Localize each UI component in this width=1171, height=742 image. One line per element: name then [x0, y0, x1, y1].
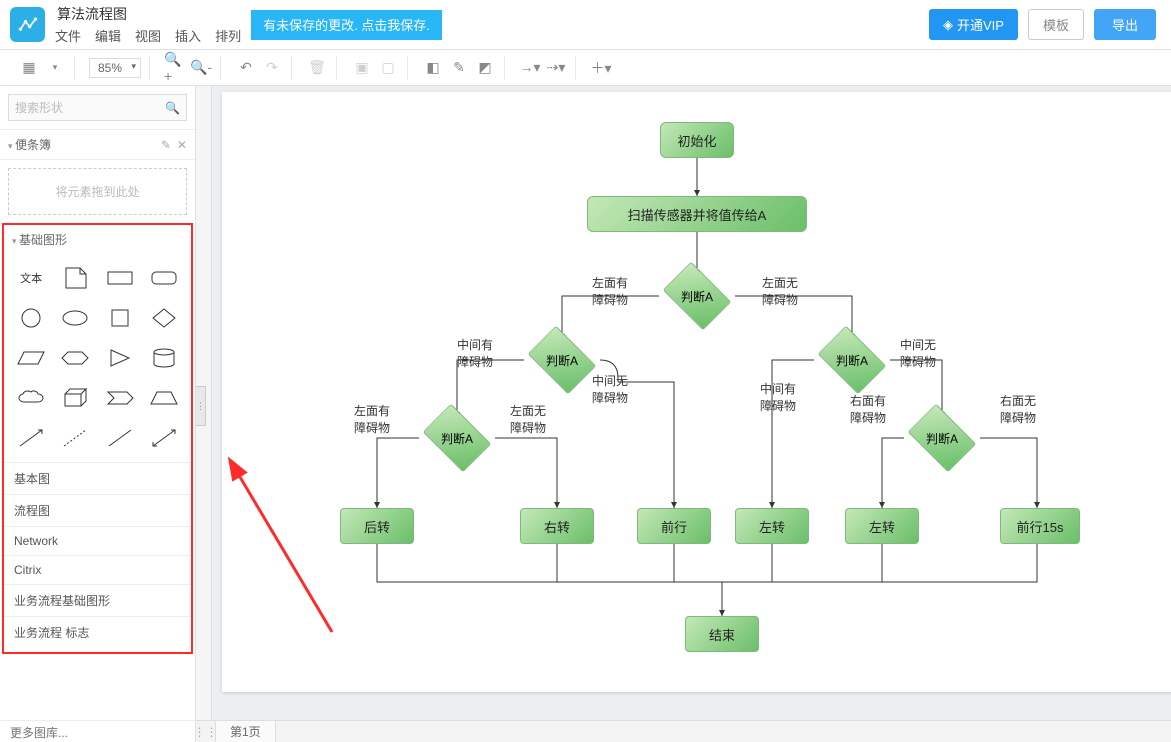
- node-action-forward[interactable]: 前行: [637, 508, 711, 544]
- category-flowchart[interactable]: 流程图: [4, 494, 191, 526]
- menu-view[interactable]: 视图: [135, 26, 161, 45]
- menu-edit[interactable]: 编辑: [95, 26, 121, 45]
- vip-button[interactable]: ◈开通VIP: [929, 9, 1018, 40]
- scratchpad-header[interactable]: 便条簿 ✎✕: [0, 130, 195, 160]
- label-left-obs: 左面有 障碍物: [592, 274, 628, 308]
- node-judge-l3-right[interactable]: 判断A: [904, 418, 980, 458]
- node-action-right[interactable]: 右转: [520, 508, 594, 544]
- node-end[interactable]: 结束: [685, 616, 759, 652]
- menu-bar: 文件 编辑 视图 插入 排列: [55, 26, 241, 45]
- category-network[interactable]: Network: [4, 526, 191, 555]
- connector-style-icon[interactable]: →▾: [519, 57, 541, 79]
- search-icon: 🔍: [165, 101, 180, 115]
- label-mid-obs-1: 中间有 障碍物: [457, 336, 493, 370]
- category-basic[interactable]: 基本图: [4, 462, 191, 494]
- waypoint-style-icon[interactable]: ⇢▾: [545, 57, 567, 79]
- shape-cylinder[interactable]: [145, 342, 183, 374]
- chevron-down-icon[interactable]: ▾: [44, 57, 66, 79]
- layout-icon[interactable]: ▦: [18, 57, 40, 79]
- shape-note[interactable]: [56, 262, 94, 294]
- shape-ellipse[interactable]: [56, 302, 94, 334]
- node-action-fwd15[interactable]: 前行15s: [1000, 508, 1080, 544]
- shape-step[interactable]: [101, 382, 139, 414]
- label-left-clear: 左面无 障碍物: [762, 274, 798, 308]
- sidebar-collapse-handle[interactable]: ⋮: [196, 386, 206, 426]
- node-judge-l2-right[interactable]: 判断A: [814, 340, 890, 380]
- pages-menu-icon[interactable]: ⋮⋮: [196, 721, 216, 742]
- basic-shapes-panel: 基础图形 文本: [2, 223, 193, 654]
- add-icon[interactable]: ＋▾: [590, 57, 612, 79]
- shape-arrow-line[interactable]: [12, 422, 50, 454]
- node-judge-top[interactable]: 判断A: [659, 276, 735, 316]
- app-logo-icon: [10, 7, 45, 42]
- label-mid-clear-2: 中间无 障碍物: [900, 336, 936, 370]
- diagram-page[interactable]: 初始化 扫描传感器并将值传给A 判断A 判断A 判断A 判断A 判断A 后转 右…: [222, 92, 1171, 692]
- shadow-icon[interactable]: ◩: [474, 57, 496, 79]
- label-left-clear-2: 左面无 障碍物: [510, 402, 546, 436]
- shape-trapezoid[interactable]: [145, 382, 183, 414]
- to-back-icon[interactable]: ▢: [377, 57, 399, 79]
- to-front-icon[interactable]: ▣: [351, 57, 373, 79]
- shape-rect[interactable]: [101, 262, 139, 294]
- menu-file[interactable]: 文件: [55, 26, 81, 45]
- label-right-clear: 右面无 障碍物: [1000, 392, 1036, 426]
- page-tabs: ⋮⋮ 第1页: [196, 720, 1171, 742]
- export-button[interactable]: 导出: [1094, 9, 1156, 40]
- shape-double-arrow[interactable]: [145, 422, 183, 454]
- zoom-select[interactable]: 85%: [89, 58, 141, 78]
- unsaved-banner[interactable]: 有未保存的更改. 点击我保存.: [251, 10, 442, 40]
- scratchpad-dropzone[interactable]: 将元素拖到此处: [8, 168, 187, 215]
- node-action-back[interactable]: 后转: [340, 508, 414, 544]
- app-header: 算法流程图 文件 编辑 视图 插入 排列 有未保存的更改. 点击我保存. ◈开通…: [0, 0, 1171, 50]
- shape-cloud[interactable]: [12, 382, 50, 414]
- node-action-left[interactable]: 左转: [735, 508, 809, 544]
- annotation-arrow-icon: [222, 452, 342, 642]
- fill-color-icon[interactable]: ◧: [422, 57, 444, 79]
- shape-line[interactable]: [101, 422, 139, 454]
- label-left-obs-2: 左面有 障碍物: [354, 402, 390, 436]
- templates-button[interactable]: 模板: [1028, 9, 1084, 40]
- shape-diamond[interactable]: [145, 302, 183, 334]
- zoom-in-icon[interactable]: 🔍+: [164, 57, 186, 79]
- shapes-sidebar: 搜索形状 🔍 便条簿 ✎✕ 将元素拖到此处 基础图形 文本: [0, 86, 196, 720]
- category-bpm-basic[interactable]: 业务流程基础图形: [4, 584, 191, 616]
- node-judge-l3-left[interactable]: 判断A: [419, 418, 495, 458]
- menu-arrange[interactable]: 排列: [215, 26, 241, 45]
- label-mid-obs-2: 中间有 障碍物: [760, 380, 796, 414]
- shape-parallelogram[interactable]: [12, 342, 50, 374]
- label-right-obs: 右面有 障碍物: [850, 392, 886, 426]
- pencil-icon[interactable]: ✎: [161, 138, 171, 152]
- label-mid-clear-1: 中间无 障碍物: [592, 372, 628, 406]
- node-init[interactable]: 初始化: [660, 122, 734, 158]
- delete-icon[interactable]: 🗑: [306, 57, 328, 79]
- shape-cube[interactable]: [56, 382, 94, 414]
- shape-roundrect[interactable]: [145, 262, 183, 294]
- shape-square[interactable]: [101, 302, 139, 334]
- category-bpm-sign[interactable]: 业务流程 标志: [4, 616, 191, 648]
- node-scan[interactable]: 扫描传感器并将值传给A: [587, 196, 807, 232]
- line-color-icon[interactable]: ✎: [448, 57, 470, 79]
- zoom-out-icon[interactable]: 🔍-: [190, 57, 212, 79]
- shape-circle[interactable]: [12, 302, 50, 334]
- shape-triangle[interactable]: [101, 342, 139, 374]
- more-shapes-link[interactable]: 更多图库...: [0, 720, 196, 742]
- node-action-left2[interactable]: 左转: [845, 508, 919, 544]
- document-title[interactable]: 算法流程图: [55, 4, 241, 24]
- node-judge-l2-left[interactable]: 判断A: [524, 340, 600, 380]
- page-tab-1[interactable]: 第1页: [216, 721, 276, 742]
- shape-hexagon[interactable]: [56, 342, 94, 374]
- basic-shapes-header[interactable]: 基础图形: [4, 225, 191, 254]
- menu-insert[interactable]: 插入: [175, 26, 201, 45]
- toolbar: ▦▾ 85% 🔍+ 🔍- ↶ ↷ 🗑 ▣ ▢ ◧ ✎ ◩ →▾ ⇢▾ ＋▾: [0, 50, 1171, 86]
- undo-icon[interactable]: ↶: [235, 57, 257, 79]
- shape-dashed-line[interactable]: [56, 422, 94, 454]
- diamond-icon: ◈: [943, 17, 953, 33]
- redo-icon[interactable]: ↷: [261, 57, 283, 79]
- shape-text[interactable]: 文本: [12, 262, 50, 294]
- search-shapes-input[interactable]: 搜索形状 🔍: [8, 94, 187, 121]
- category-citrix[interactable]: Citrix: [4, 555, 191, 584]
- close-icon[interactable]: ✕: [177, 138, 187, 152]
- canvas-area[interactable]: ⋮: [196, 86, 1171, 720]
